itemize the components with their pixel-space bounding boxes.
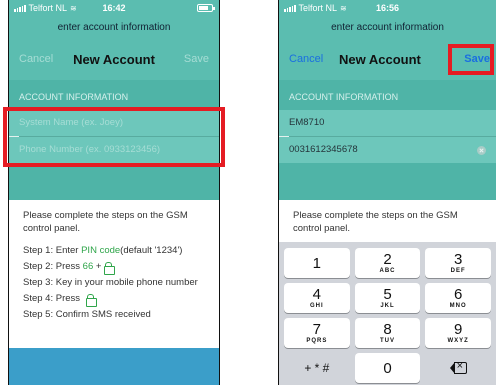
lock-icon <box>104 261 116 275</box>
instructions-intro: Please complete the steps on the GSM con… <box>293 210 458 234</box>
key-7[interactable]: 7 PQRS <box>284 318 350 348</box>
system-name-field[interactable]: EM8710 <box>279 110 496 136</box>
highlight-box-fields <box>3 107 225 167</box>
key-2[interactable]: 2 ABC <box>354 248 421 278</box>
step2-code: 66 <box>82 260 94 272</box>
status-bar: Telfort NL ≋ 16:42 <box>9 0 219 17</box>
key-9[interactable]: 9 WXYZ <box>425 318 491 348</box>
step-2: Step 2: Press 66 + <box>23 259 205 275</box>
backspace-icon <box>449 360 467 374</box>
section-spacer <box>279 163 496 200</box>
key-8[interactable]: 8 TUV <box>354 318 421 348</box>
step-3: Step 3: Key in your mobile phone number <box>23 276 198 288</box>
phone-number-field[interactable]: 0031612345678 <box>279 137 496 163</box>
highlight-box-save <box>448 44 494 75</box>
key-6[interactable]: 6 MNO <box>425 283 491 313</box>
save-button[interactable]: Save <box>184 53 209 65</box>
section-header: ACCOUNT INFORMATION <box>9 80 219 110</box>
instructions-panel: Please complete the steps on the GSM con… <box>9 200 219 348</box>
lock-icon <box>85 293 97 307</box>
numeric-keypad: 1 2 ABC 3 DEF 4 GHI 5 JKL 6 MNO 7 PQRS 8 TUV 9W… <box>279 242 496 385</box>
section-header: ACCOUNT INFORMATION <box>279 80 496 110</box>
prompt-text: enter account information <box>9 17 219 39</box>
nav-bar: Cancel New Account Save <box>9 39 219 80</box>
footer-bar <box>9 348 219 385</box>
backspace-key[interactable] <box>425 353 491 383</box>
instructions-panel: Please complete the steps on the GSM con… <box>279 200 496 242</box>
prompt-text: enter account information <box>279 17 496 39</box>
status-bar: Telfort NL ≋ 16:56 <box>279 0 496 17</box>
step-1: Step 1: Enter PIN code (default '1234') <box>23 244 183 258</box>
key-5[interactable]: 5 JKL <box>354 283 421 313</box>
key-0[interactable]: 0 <box>354 353 421 383</box>
key-4[interactable]: 4 GHI <box>284 283 350 313</box>
pin-code-link[interactable]: PIN code <box>81 245 120 258</box>
step-5: Step 5: Confirm SMS received <box>23 308 151 320</box>
status-time: 16:56 <box>375 3 400 13</box>
battery-icon <box>197 4 215 12</box>
key-symbols[interactable]: + * # <box>284 353 350 383</box>
instructions-intro: Please complete the steps on the GSM con… <box>23 210 188 234</box>
phone-screen-left: Telfort NL ≋ 16:42 enter account informa… <box>8 0 220 385</box>
clear-icon[interactable] <box>477 146 486 155</box>
key-3[interactable]: 3 DEF <box>425 248 491 278</box>
section-spacer <box>9 163 219 200</box>
step-4: Step 4: Press <box>23 291 205 307</box>
status-time: 16:42 <box>102 3 126 13</box>
key-1[interactable]: 1 <box>284 248 350 278</box>
